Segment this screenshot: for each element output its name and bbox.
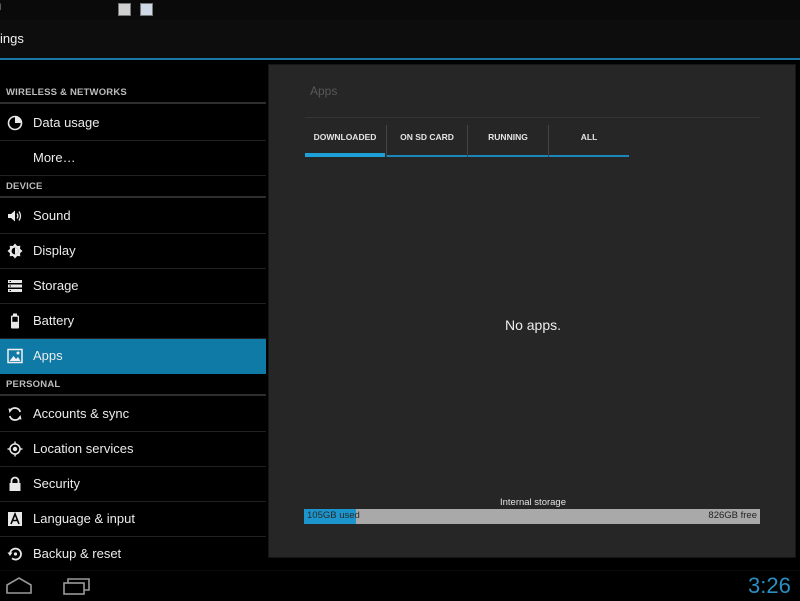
sidebar-item-security[interactable]: Security bbox=[0, 467, 266, 502]
sidebar-item-storage[interactable]: Storage bbox=[0, 269, 266, 304]
window-titlebar: oid bbox=[0, 0, 800, 20]
language-icon bbox=[8, 511, 22, 526]
tab-on-sd-card[interactable]: ON SD CARD bbox=[387, 121, 467, 157]
brightness-icon bbox=[7, 243, 23, 259]
window-maximize-button[interactable] bbox=[140, 3, 153, 16]
sidebar-item-label: Backup & reset bbox=[33, 546, 122, 561]
apps-tab-bar: DOWNLOADED ON SD CARD RUNNING ALL bbox=[305, 121, 629, 157]
page-title: Apps bbox=[310, 84, 338, 98]
storage-icon bbox=[8, 280, 22, 292]
window-title: oid bbox=[0, 2, 12, 12]
location-icon bbox=[7, 441, 23, 457]
storage-label: Internal storage bbox=[499, 497, 566, 508]
backup-icon bbox=[7, 547, 22, 561]
tab-downloaded[interactable]: DOWNLOADED bbox=[305, 121, 385, 157]
sidebar-item-more[interactable]: More… bbox=[0, 141, 266, 176]
title-divider bbox=[305, 117, 760, 118]
tab-label: ALL bbox=[580, 132, 598, 142]
home-icon[interactable] bbox=[2, 575, 36, 597]
tab-running[interactable]: RUNNING bbox=[468, 121, 548, 157]
system-navigation-bar: 3:26 bbox=[0, 570, 800, 601]
storage-free-text: 826GB free bbox=[708, 510, 757, 521]
sidebar-item-label: Location services bbox=[33, 441, 134, 456]
settings-sidebar: WIRELESS & NETWORKS Data usage More… DEV… bbox=[0, 60, 266, 570]
tab-all[interactable]: ALL bbox=[549, 121, 629, 157]
section-header-wireless: WIRELESS & NETWORKS bbox=[0, 82, 266, 104]
sidebar-item-battery[interactable]: Battery bbox=[0, 304, 266, 339]
sync-icon bbox=[8, 407, 22, 421]
sidebar-item-apps[interactable]: Apps bbox=[0, 339, 266, 374]
action-bar: ings bbox=[0, 20, 800, 60]
sidebar-item-language-input[interactable]: Language & input bbox=[0, 502, 266, 537]
storage-used-text: 105GB used bbox=[307, 510, 360, 521]
sidebar-item-data-usage[interactable]: Data usage bbox=[0, 106, 266, 141]
sidebar-item-label: Apps bbox=[33, 348, 63, 363]
sidebar-item-display[interactable]: Display bbox=[0, 234, 266, 269]
storage-usage-bar: 105GB used 826GB free bbox=[304, 509, 760, 524]
sidebar-item-label: Battery bbox=[33, 313, 75, 328]
sidebar-item-accounts-sync[interactable]: Accounts & sync bbox=[0, 397, 266, 432]
tab-label: RUNNING bbox=[488, 132, 528, 142]
sidebar-item-label: Storage bbox=[33, 278, 79, 293]
sidebar-item-label: Security bbox=[33, 476, 80, 491]
action-bar-title: ings bbox=[0, 31, 24, 46]
sidebar-item-sound[interactable]: Sound bbox=[0, 199, 266, 234]
section-header-device: DEVICE bbox=[0, 176, 266, 198]
sidebar-item-label: Accounts & sync bbox=[33, 406, 130, 421]
battery-icon bbox=[11, 313, 19, 329]
empty-state-message: No apps. bbox=[504, 317, 562, 333]
apps-panel: Apps DOWNLOADED ON SD CARD RUNNING ALL N… bbox=[268, 64, 796, 558]
sidebar-item-backup-reset[interactable]: Backup & reset bbox=[0, 537, 266, 570]
tab-label: DOWNLOADED bbox=[313, 132, 377, 142]
lock-icon bbox=[9, 476, 21, 491]
sidebar-item-location[interactable]: Location services bbox=[0, 432, 266, 467]
sidebar-item-label: More… bbox=[33, 150, 76, 165]
status-clock: 3:26 bbox=[748, 573, 791, 598]
sidebar-item-label: Display bbox=[33, 243, 76, 258]
speaker-icon bbox=[8, 210, 22, 222]
tab-label: ON SD CARD bbox=[400, 132, 454, 142]
apps-icon bbox=[7, 348, 23, 364]
sidebar-item-label: Sound bbox=[33, 208, 71, 223]
section-header-personal: PERSONAL bbox=[0, 374, 266, 396]
window-minimize-button[interactable] bbox=[118, 3, 131, 16]
data-usage-icon bbox=[7, 115, 23, 131]
sidebar-item-label: Data usage bbox=[33, 115, 100, 130]
recent-apps-icon[interactable] bbox=[60, 575, 94, 597]
sidebar-item-label: Language & input bbox=[33, 511, 135, 526]
